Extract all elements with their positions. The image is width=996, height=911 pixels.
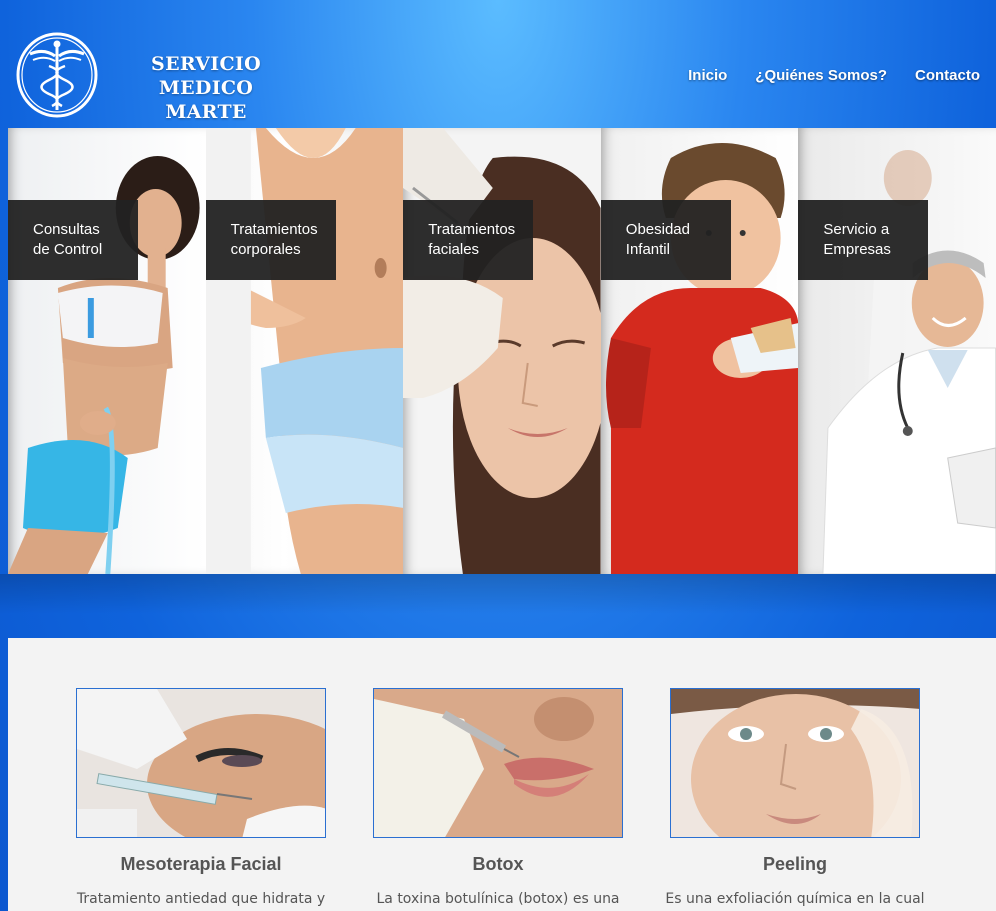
service-title-mesoterapia[interactable]: Mesoterapia Facial xyxy=(76,854,326,875)
slider-shadow xyxy=(0,574,996,614)
service-card-botox: Botox La toxina botulínica (botox) es un… xyxy=(373,688,623,909)
panel-label-line1: Obesidad xyxy=(625,221,690,238)
woman-torso-image xyxy=(205,128,404,574)
services-slider: Consultas de Control Tratamientos corpor… xyxy=(8,128,996,574)
caduceus-logo-icon[interactable] xyxy=(16,32,98,118)
brand-name[interactable]: SERVICIO MEDICO MARTE xyxy=(106,52,306,124)
service-card-peeling: Peeling Es una exfoliación química en la… xyxy=(665,688,925,909)
panel-label-line2: de Control xyxy=(33,241,103,258)
panel-label-line1: Tratamientos xyxy=(230,221,318,238)
service-text-peeling: Es una exfoliación química en la cual xyxy=(665,891,925,907)
service-text-mesoterapia: Tratamiento antiedad que hidrata y xyxy=(76,891,326,907)
panel-servicio-empresas[interactable]: Servicio a Empresas xyxy=(798,128,996,574)
panel-label-corporales[interactable]: Tratamientos corporales xyxy=(205,200,336,280)
face-injection-image xyxy=(403,128,601,574)
service-text-botox: La toxina botulínica (botox) es una xyxy=(376,891,620,907)
services-section: Mesoterapia Facial Tratamiento antiedad … xyxy=(8,638,996,911)
panel-label-consultas[interactable]: Consultas de Control xyxy=(8,200,138,280)
doctor-image xyxy=(822,150,996,574)
service-thumb-mesoterapia[interactable] xyxy=(76,688,326,838)
nav-link-contacto[interactable]: Contacto xyxy=(915,67,980,84)
panel-label-line1: Consultas xyxy=(33,221,100,238)
child-eating-cake-image xyxy=(605,143,799,574)
woman-measuring-waist-image xyxy=(8,156,200,574)
panel-tratamientos-corporales[interactable]: Tratamientos corporales xyxy=(205,128,404,574)
panel-label-line2: corporales xyxy=(230,241,301,258)
mesotherapy-image xyxy=(77,689,325,837)
main-nav: Inicio ¿Quiénes Somos? Contacto xyxy=(688,67,980,84)
panel-label-line2: Infantil xyxy=(625,241,670,258)
panel-label-line1: Servicio a xyxy=(823,221,890,238)
service-title-botox[interactable]: Botox xyxy=(373,854,623,875)
panel-obesidad-infantil[interactable]: Obesidad Infantil xyxy=(600,128,799,574)
panel-label-line2: faciales xyxy=(428,241,480,258)
nav-link-quienes-somos[interactable]: ¿Quiénes Somos? xyxy=(755,67,887,84)
service-card-mesoterapia: Mesoterapia Facial Tratamiento antiedad … xyxy=(76,688,326,909)
service-thumb-peeling[interactable] xyxy=(670,688,920,838)
service-thumb-botox[interactable] xyxy=(373,688,623,838)
brand-line2: MARTE xyxy=(165,101,247,123)
panel-label-line1: Tratamientos xyxy=(428,221,516,238)
panel-label-empresas[interactable]: Servicio a Empresas xyxy=(798,200,929,280)
panel-tratamientos-faciales[interactable]: Tratamientos faciales xyxy=(403,128,601,574)
panel-label-obesidad[interactable]: Obesidad Infantil xyxy=(600,200,731,280)
peeling-face-image xyxy=(671,689,919,837)
panel-consultas[interactable]: Consultas de Control xyxy=(8,128,206,574)
nav-link-inicio[interactable]: Inicio xyxy=(688,67,727,84)
service-title-peeling[interactable]: Peeling xyxy=(670,854,920,875)
brand-line1: SERVICIO MEDICO xyxy=(151,53,261,99)
panel-label-line2: Empresas xyxy=(823,241,891,258)
botox-lips-image xyxy=(374,689,622,837)
panel-label-faciales[interactable]: Tratamientos faciales xyxy=(403,200,534,280)
